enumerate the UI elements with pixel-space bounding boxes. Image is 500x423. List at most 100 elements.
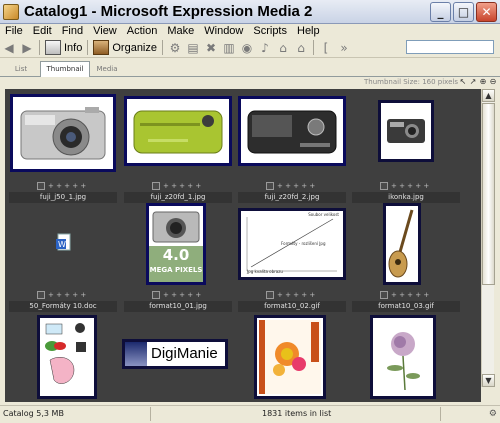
megapixel-label: MEGA PIXELS (149, 266, 203, 274)
window-title: Catalog1 - Microsoft Expression Media 2 (24, 3, 313, 20)
zoom-out-icon[interactable]: ⊖ (489, 77, 497, 86)
back-icon[interactable]: ◀ (1, 40, 17, 56)
item-caption: fuji_z20fd_1.jpg (124, 192, 232, 203)
burn-icon[interactable]: ◉ (239, 40, 255, 56)
thumbnail-image[interactable] (238, 96, 346, 166)
tab-thumbnail[interactable]: Thumbnail (40, 61, 90, 77)
chart-label-top: Soubor velikost (308, 212, 339, 217)
menu-edit[interactable]: Edit (28, 25, 57, 37)
delete-icon[interactable]: ✖ (203, 40, 219, 56)
item-checkbox[interactable] (37, 182, 45, 190)
item-checkbox[interactable] (152, 291, 160, 299)
thumbnail-item[interactable]: + + + + + format10_03.gif (352, 203, 464, 315)
item-checkbox[interactable] (152, 182, 160, 190)
rating-dots[interactable]: + + + + + (163, 182, 201, 190)
maximize-button[interactable]: □ (453, 2, 474, 22)
menu-file[interactable]: File (0, 25, 28, 37)
overflow-chevron-icon[interactable]: » (336, 40, 352, 56)
thumbnail-image[interactable] (254, 315, 326, 399)
rating-dots[interactable]: + + + + + (391, 291, 429, 299)
item-checkbox[interactable] (266, 291, 274, 299)
rating-dots[interactable]: + + + + + (277, 291, 315, 299)
thumbnail-item[interactable]: + + + + + fuji_j50_1.jpg (9, 94, 121, 206)
thumbnail-item[interactable]: DigiManie (122, 315, 236, 402)
toolbar-divider (313, 40, 314, 55)
rating-dots[interactable]: + + + + + (391, 182, 429, 190)
thumbnail-image[interactable]: DigiManie (122, 339, 228, 369)
scroll-down-arrow[interactable]: ▼ (482, 374, 495, 387)
scroll-up-arrow[interactable]: ▲ (482, 89, 495, 102)
audio-icon[interactable]: ♪ (257, 40, 273, 56)
status-settings-icon[interactable]: ⚙ (489, 409, 497, 419)
find-icon[interactable]: ▤ (185, 40, 201, 56)
svg-text:W: W (58, 240, 66, 249)
word-document-icon: W (56, 233, 71, 251)
search-input[interactable] (407, 42, 493, 55)
thumbnail-item[interactable] (238, 315, 350, 402)
menu-scripts[interactable]: Scripts (248, 25, 292, 37)
app-icon[interactable] (3, 3, 19, 20)
catalog-size: 5,3 MB (36, 409, 64, 418)
search-field[interactable] (406, 40, 494, 55)
thumbnail-item[interactable]: + + + + + ikonka.jpg (352, 94, 464, 206)
thumbnail-item[interactable]: 4.0 MEGA PIXELS + + + + + format10_01.jp… (124, 203, 236, 315)
thumbnail-image[interactable] (378, 100, 434, 162)
toolbar-divider (162, 40, 163, 55)
rating-dots[interactable]: + + + + + (48, 291, 86, 299)
thumbnail-image[interactable]: 4.0 MEGA PIXELS (146, 203, 206, 285)
menu-action[interactable]: Action (122, 25, 163, 37)
trash-icon[interactable]: ▥ (221, 40, 237, 56)
clipart-image (45, 323, 86, 384)
thumbnail-image[interactable] (124, 96, 232, 166)
item-checkbox[interactable] (37, 291, 45, 299)
forward-icon[interactable]: ▶ (19, 40, 35, 56)
thumbnail-grid[interactable]: + + + + + fuji_j50_1.jpg + + + + + fuji_… (5, 89, 481, 402)
menu-window[interactable]: Window (199, 25, 248, 37)
thumbnail-item[interactable] (9, 315, 121, 402)
menu-find[interactable]: Find (57, 25, 88, 37)
thumbnail-image[interactable]: Soubor velikost Formáty - rozlišení Jpg … (238, 208, 346, 280)
scroll-thumb[interactable] (482, 103, 495, 285)
rating-dots[interactable]: + + + + + (48, 182, 86, 190)
menu-help[interactable]: Help (292, 25, 325, 37)
thumbnail-item[interactable]: + + + + + fuji_z20fd_2.jpg (238, 94, 350, 206)
title-bar[interactable]: Catalog1 - Microsoft Expression Media 2 … (0, 0, 500, 24)
thumbnail-item[interactable]: + + + + + fuji_z20fd_1.jpg (124, 94, 236, 206)
item-checkbox[interactable] (266, 182, 274, 190)
thumbnail-image[interactable] (10, 94, 116, 172)
thumbnail-item[interactable]: W + + + + + 50_Formáty 10.doc (9, 203, 121, 315)
vertical-scrollbar[interactable]: ▲ ▼ (481, 89, 495, 387)
tab-media[interactable]: Media (92, 62, 122, 77)
item-checkbox[interactable] (380, 182, 388, 190)
thumbnail-image[interactable] (383, 203, 421, 285)
zoom-in-icon[interactable]: ⊕ (479, 77, 487, 86)
import-icon[interactable]: ⌂ (293, 40, 309, 56)
guitar-image (388, 209, 414, 278)
house-icon[interactable]: ⌂ (275, 40, 291, 56)
rotate-right-icon[interactable]: ↗ (469, 77, 477, 86)
rating-dots[interactable]: + + + + + (277, 182, 315, 190)
organize-button[interactable]: Organize (91, 40, 159, 55)
chart-label-mid: Formáty - rozlišení Jpg (281, 241, 326, 246)
minimize-button[interactable]: _ (430, 2, 451, 22)
thumbnail-item[interactable] (352, 315, 464, 402)
menu-view[interactable]: View (88, 25, 122, 37)
gear-icon[interactable]: ⚙ (167, 40, 183, 56)
thumbnail-image[interactable] (37, 315, 97, 399)
tab-list[interactable]: List (8, 62, 34, 77)
menu-make[interactable]: Make (162, 25, 199, 37)
close-button[interactable]: ✕ (476, 2, 497, 22)
item-caption: 50_Formáty 10.doc (9, 301, 117, 312)
megapixel-value: 4.0 (162, 246, 190, 264)
status-divider (150, 407, 151, 421)
rotate-left-icon[interactable]: ↖ (459, 77, 467, 86)
bracket-icon: [ (323, 40, 329, 55)
item-caption: format10_03.gif (352, 301, 460, 312)
item-caption: format10_02.gif (238, 301, 346, 312)
thumbnail-image[interactable] (370, 315, 436, 399)
rating-dots[interactable]: + + + + + (163, 291, 201, 299)
item-checkbox[interactable] (380, 291, 388, 299)
thumbnail-item[interactable]: Soubor velikost Formáty - rozlišení Jpg … (238, 203, 350, 315)
info-button[interactable]: Info (43, 40, 84, 55)
catalog-label: Catalog (3, 409, 34, 418)
